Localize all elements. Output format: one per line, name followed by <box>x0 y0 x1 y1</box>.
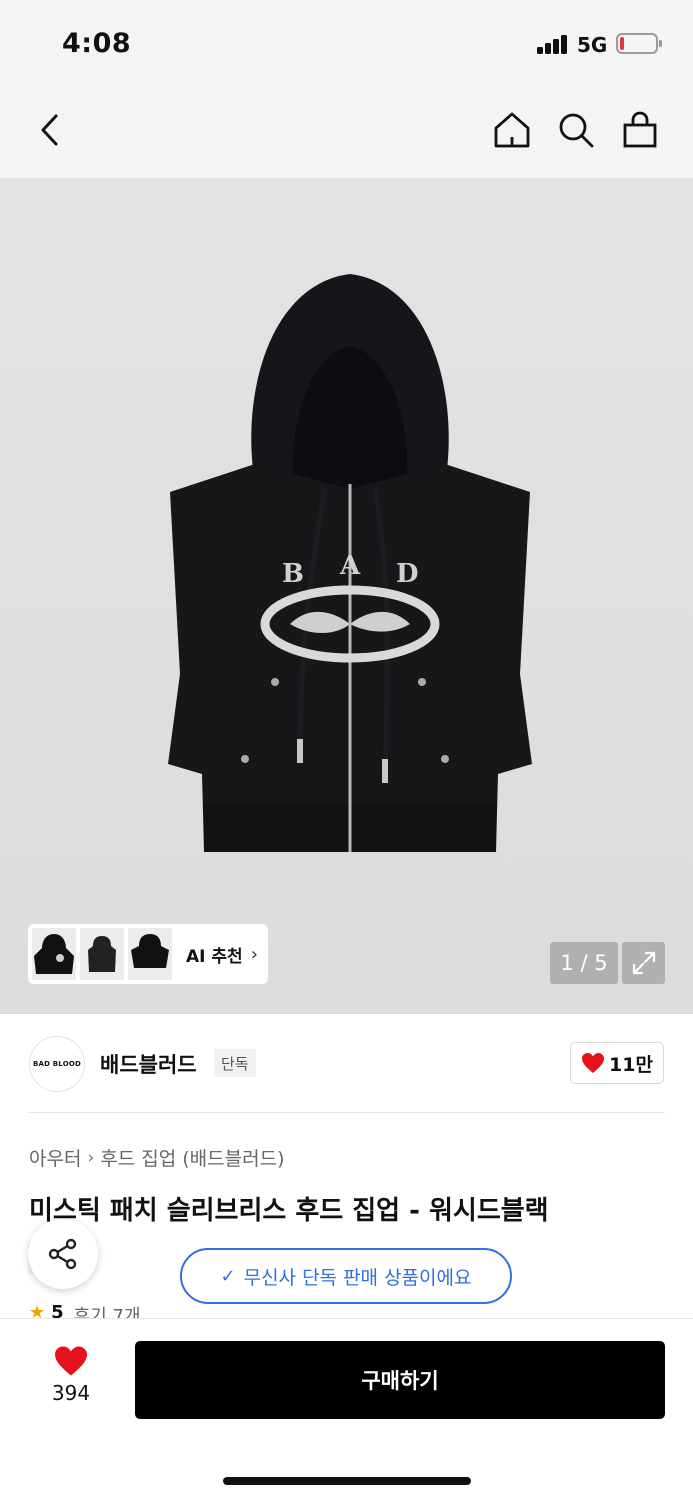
buy-button[interactable]: 구매하기 <box>135 1341 665 1419</box>
shopping-bag-icon <box>623 111 657 148</box>
image-counter: 1 / 5 <box>550 942 618 984</box>
ai-thumb-2 <box>80 928 124 980</box>
like-count: 11만 <box>609 1053 653 1076</box>
battery-icon <box>616 33 662 54</box>
product-image[interactable]: B A D <box>160 274 540 856</box>
svg-text:A: A <box>339 551 361 581</box>
ai-thumb-3 <box>128 928 172 980</box>
product-gallery[interactable]: B A D AI 추천 › 1 / 5 <box>0 178 693 1013</box>
divider <box>28 1112 665 1113</box>
ai-thumb-1 <box>32 928 76 980</box>
ai-recommend-button[interactable]: AI 추천 › <box>28 924 268 984</box>
signal-icon <box>537 34 569 54</box>
breadcrumb-item[interactable]: 아우터 <box>29 1144 81 1171</box>
status-bar: 4:08 5G <box>0 0 693 88</box>
heart-icon <box>55 1346 87 1376</box>
search-button[interactable] <box>554 108 598 152</box>
back-button[interactable] <box>28 108 72 152</box>
share-icon <box>48 1238 77 1270</box>
app-header <box>0 88 693 178</box>
brand-row: BAD BLOOD 배드블러드 단독 11만 <box>0 1013 693 1113</box>
brand-name[interactable]: 배드블러드 <box>100 1049 197 1079</box>
product-title: 미스틱 패치 슬리브리스 후드 집업 - 워시드블랙 <box>29 1196 549 1226</box>
breadcrumb-item[interactable]: 후드 집업 (배드블러드) <box>100 1144 284 1171</box>
home-button[interactable] <box>490 108 534 152</box>
wishlist-count: 394 <box>51 1381 91 1405</box>
brand-like-button[interactable]: 11만 <box>570 1042 664 1084</box>
network-type: 5G <box>577 33 608 57</box>
chevron-right-icon: › <box>87 1147 95 1168</box>
home-indicator[interactable] <box>223 1477 471 1485</box>
share-button[interactable] <box>28 1219 98 1289</box>
exclusive-toast: ✓ 무신사 단독 판매 상품이에요 <box>180 1248 512 1304</box>
svg-text:D: D <box>396 559 419 589</box>
expand-button[interactable] <box>622 942 665 984</box>
wishlist-button[interactable]: 394 <box>40 1345 102 1409</box>
expand-icon <box>632 951 655 975</box>
search-icon <box>559 113 594 148</box>
home-icon <box>494 112 530 148</box>
ai-recommend-label: AI 추천 <box>186 946 243 967</box>
chevron-left-icon <box>41 114 58 146</box>
breadcrumb: 아우터 › 후드 집업 (배드블러드) <box>29 1144 285 1171</box>
toast-text: 무신사 단독 판매 상품이에요 <box>243 1266 472 1289</box>
chevron-right-icon: › <box>250 943 258 965</box>
brand-logo[interactable]: BAD BLOOD <box>29 1036 85 1092</box>
exclusive-tag: 단독 <box>214 1049 256 1077</box>
cart-button[interactable] <box>618 108 662 152</box>
check-icon: ✓ <box>220 1265 236 1287</box>
heart-icon <box>582 1053 605 1073</box>
svg-text:B: B <box>282 559 304 589</box>
status-time: 4:08 <box>62 28 132 59</box>
bottom-action-bar: 394 구매하기 <box>0 1318 693 1500</box>
